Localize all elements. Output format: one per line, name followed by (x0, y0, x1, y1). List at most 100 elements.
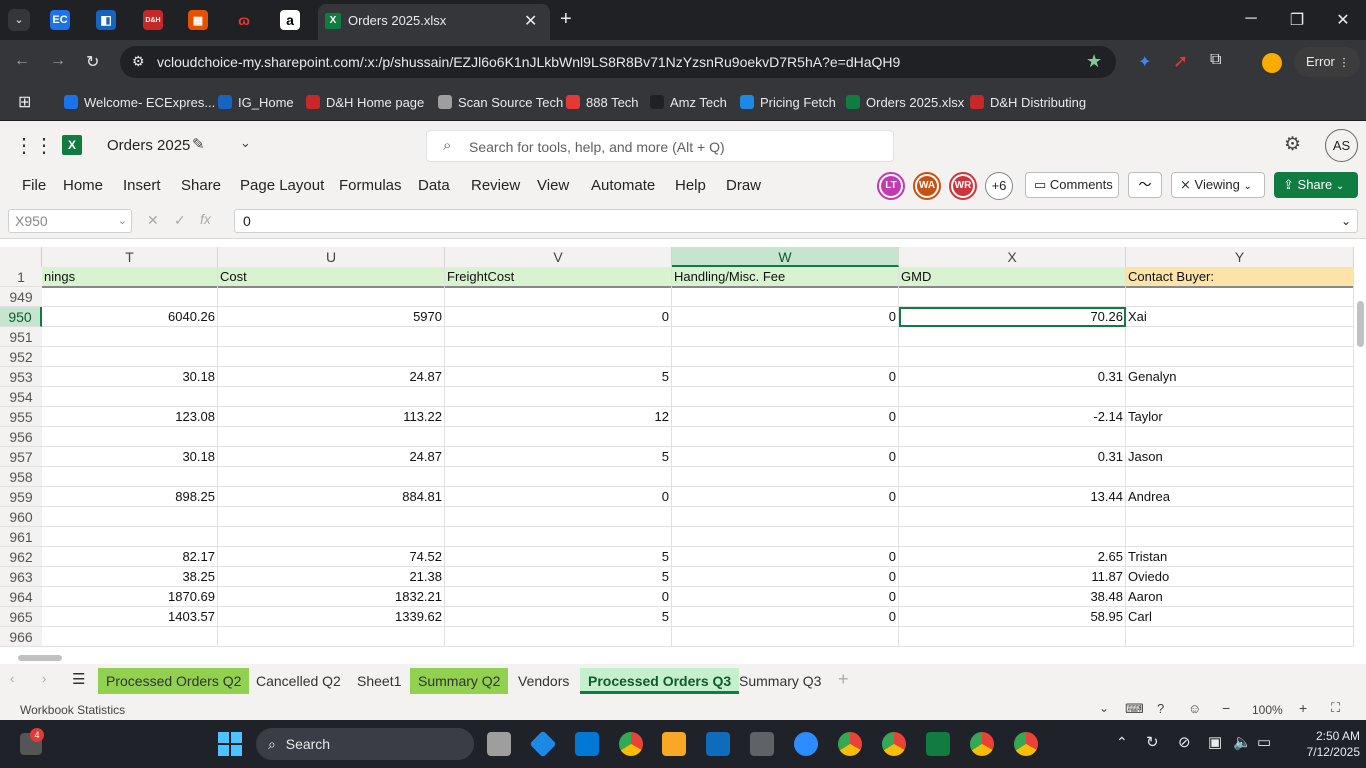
expand-formula-icon[interactable]: ⌄ (1341, 210, 1351, 232)
grid-cell[interactable] (672, 507, 899, 527)
grid-cell[interactable] (1126, 627, 1354, 647)
grid-cell[interactable]: 113.22 (218, 407, 445, 427)
grid-cell[interactable] (42, 507, 218, 527)
menu-tab-help[interactable]: Help (675, 177, 706, 194)
grid-cell[interactable] (672, 347, 899, 367)
tab-ig[interactable]: ◧ (96, 10, 116, 30)
grid-cell[interactable]: Oviedo (1126, 567, 1354, 587)
zoom-out-icon[interactable]: − (1222, 700, 1230, 716)
grid-cell[interactable]: 0 (672, 567, 899, 587)
grid-cell[interactable] (672, 287, 899, 307)
zoom-level[interactable]: 100% (1252, 703, 1283, 717)
column-title-cell[interactable]: nings (42, 267, 218, 288)
grid-cell[interactable]: 0 (672, 407, 899, 427)
row-number[interactable]: 953 (0, 367, 42, 387)
grid-cell[interactable]: 5 (445, 547, 672, 567)
column-header-x[interactable]: X (899, 247, 1126, 267)
grid-cell[interactable]: 0 (445, 307, 672, 327)
bookmark-item[interactable]: Amz Tech (650, 92, 727, 112)
maximize-icon[interactable]: ❐ (1282, 10, 1312, 30)
tray-volume-icon[interactable]: 🔈 (1233, 733, 1252, 751)
sheet-tab[interactable]: Summary Q3 (731, 668, 829, 694)
row-number[interactable]: 965 (0, 607, 42, 627)
grid-cell[interactable]: 5 (445, 567, 672, 587)
start-windows-icon[interactable] (218, 732, 242, 756)
grid-cell[interactable] (899, 527, 1126, 547)
grid-cell[interactable]: 0 (672, 547, 899, 567)
tab-dh[interactable]: D&H (143, 10, 163, 30)
grid-cell[interactable] (42, 327, 218, 347)
app-kodi-icon[interactable] (529, 730, 557, 758)
menu-tab-formulas[interactable]: Formulas (339, 177, 402, 194)
grid-cell[interactable] (445, 627, 672, 647)
grid-cell[interactable] (445, 427, 672, 447)
grid-cell[interactable]: 0 (672, 447, 899, 467)
grid-cell[interactable] (899, 627, 1126, 647)
spreadsheet-grid[interactable]: TUVWXY 1 nings Cost FreightCost Handling/Mis… (0, 241, 1356, 652)
microsoft-store-icon[interactable] (575, 732, 599, 756)
close-tab-icon[interactable]: ✕ (524, 11, 537, 31)
tray-display-icon[interactable]: ▣ (1208, 733, 1222, 751)
address-bar[interactable]: ⚙ vcloudchoice-my.sharepoint.com/:x:/p/s… (120, 46, 1116, 78)
row-number[interactable]: 951 (0, 327, 42, 347)
grid-cell[interactable] (1126, 287, 1354, 307)
tab-scansource[interactable]: ▦ (188, 10, 208, 30)
menu-tab-home[interactable]: Home (63, 177, 103, 194)
bookmark-item[interactable]: Welcome- ECExpres... (64, 92, 215, 112)
add-sheet-icon[interactable]: + (838, 669, 849, 690)
bookmark-item[interactable]: Pricing Fetch (740, 92, 836, 112)
grid-cell[interactable]: 123.08 (42, 407, 218, 427)
grid-cell[interactable]: Aaron (1126, 587, 1354, 607)
tray-network-off-icon[interactable]: ⊘ (1178, 733, 1191, 751)
collaborator-avatar[interactable]: LT (877, 172, 905, 200)
row-number[interactable]: 956 (0, 427, 42, 447)
grid-cell[interactable] (218, 287, 445, 307)
row-number[interactable]: 954 (0, 387, 42, 407)
workbook-statistics[interactable]: Workbook Statistics (20, 703, 125, 717)
grid-cell[interactable] (42, 347, 218, 367)
grid-cell[interactable] (445, 347, 672, 367)
grid-cell[interactable] (42, 287, 218, 307)
row-number[interactable]: 955 (0, 407, 42, 427)
grid-cell[interactable]: 0 (445, 487, 672, 507)
user-avatar[interactable]: AS (1325, 129, 1358, 162)
row-number[interactable]: 952 (0, 347, 42, 367)
grid-cell[interactable] (672, 427, 899, 447)
grid-cell[interactable] (42, 467, 218, 487)
grid-cell[interactable]: -2.14 (899, 407, 1126, 427)
row-number[interactable]: 963 (0, 567, 42, 587)
grid-cell[interactable] (218, 527, 445, 547)
chrome-profile-1-icon[interactable] (838, 732, 862, 756)
outlook-icon[interactable] (706, 732, 730, 756)
grid-cell[interactable] (1126, 427, 1354, 447)
grid-cell[interactable] (445, 287, 672, 307)
collaborator-avatar[interactable]: WA (913, 172, 941, 200)
grid-cell[interactable]: 884.81 (218, 487, 445, 507)
grid-cell[interactable]: 6040.26 (42, 307, 218, 327)
grid-cell[interactable] (218, 427, 445, 447)
tab-search-button[interactable]: ⌄ (8, 9, 30, 31)
grid-cell[interactable]: 0.31 (899, 447, 1126, 467)
name-box-dropdown-icon[interactable]: ⌄ (118, 210, 127, 232)
comments-button[interactable]: ▭ Comments (1025, 172, 1119, 198)
grid-cell[interactable] (218, 467, 445, 487)
grid-cell[interactable] (1126, 347, 1354, 367)
grid-cell[interactable]: 0 (672, 587, 899, 607)
grid-cell[interactable] (42, 627, 218, 647)
close-window-icon[interactable]: ✕ (1328, 10, 1358, 30)
grid-cell[interactable]: 38.25 (42, 567, 218, 587)
grid-cell[interactable]: 30.18 (42, 367, 218, 387)
tab-ecexpress[interactable]: EC (50, 10, 70, 30)
clock[interactable]: 2:50 AM 7/12/2025 (1290, 728, 1360, 760)
grid-cell[interactable]: 0.31 (899, 367, 1126, 387)
grid-cell[interactable]: 82.17 (42, 547, 218, 567)
column-title-cell[interactable]: Cost (218, 267, 445, 288)
grid-cell[interactable]: 5 (445, 607, 672, 627)
grid-cell[interactable] (899, 327, 1126, 347)
column-header-w[interactable]: W (672, 247, 899, 267)
menu-tab-automate[interactable]: Automate (591, 177, 655, 194)
prev-sheet-icon[interactable]: ‹ (10, 671, 14, 686)
grid-cell[interactable]: Tristan (1126, 547, 1354, 567)
bookmark-item[interactable]: D&H Home page (306, 92, 424, 112)
sensitivity-icon[interactable]: ✎ (192, 135, 205, 153)
